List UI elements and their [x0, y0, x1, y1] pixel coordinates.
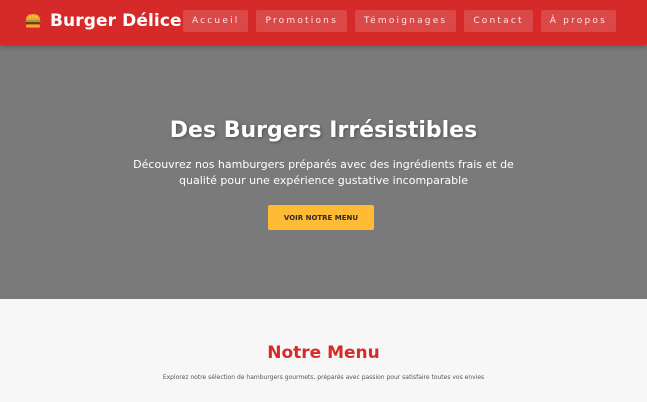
- nav-item-contact[interactable]: Contact: [464, 10, 533, 32]
- menu-section: Notre Menu Explorez notre sélection de h…: [0, 299, 647, 402]
- burger-icon: [24, 12, 42, 30]
- hero-title: Des Burgers Irrésistibles: [169, 118, 478, 143]
- navbar: Burger Délice Accueil Promotions Témoign…: [0, 0, 647, 45]
- hero-section: Des Burgers Irrésistibles Découvrez nos …: [0, 45, 647, 299]
- brand-name: Burger Délice: [50, 11, 182, 31]
- nav-item-accueil[interactable]: Accueil: [182, 10, 249, 32]
- nav-item-promotions[interactable]: Promotions: [256, 10, 347, 32]
- nav-item-temoignages[interactable]: Témoignages: [354, 10, 457, 32]
- nav-item-a-propos[interactable]: À propos: [540, 10, 616, 32]
- menu-section-title: Notre Menu: [267, 343, 380, 363]
- brand-logo[interactable]: Burger Délice: [24, 11, 182, 31]
- main-nav: Accueil Promotions Témoignages Contact À…: [182, 10, 616, 32]
- menu-section-subtitle: Explorez notre sélection de hamburgers g…: [162, 374, 485, 381]
- hero-subtitle: Découvrez nos hamburgers préparés avec d…: [133, 158, 514, 187]
- view-menu-button[interactable]: VOIR NOTRE MENU: [268, 205, 374, 230]
